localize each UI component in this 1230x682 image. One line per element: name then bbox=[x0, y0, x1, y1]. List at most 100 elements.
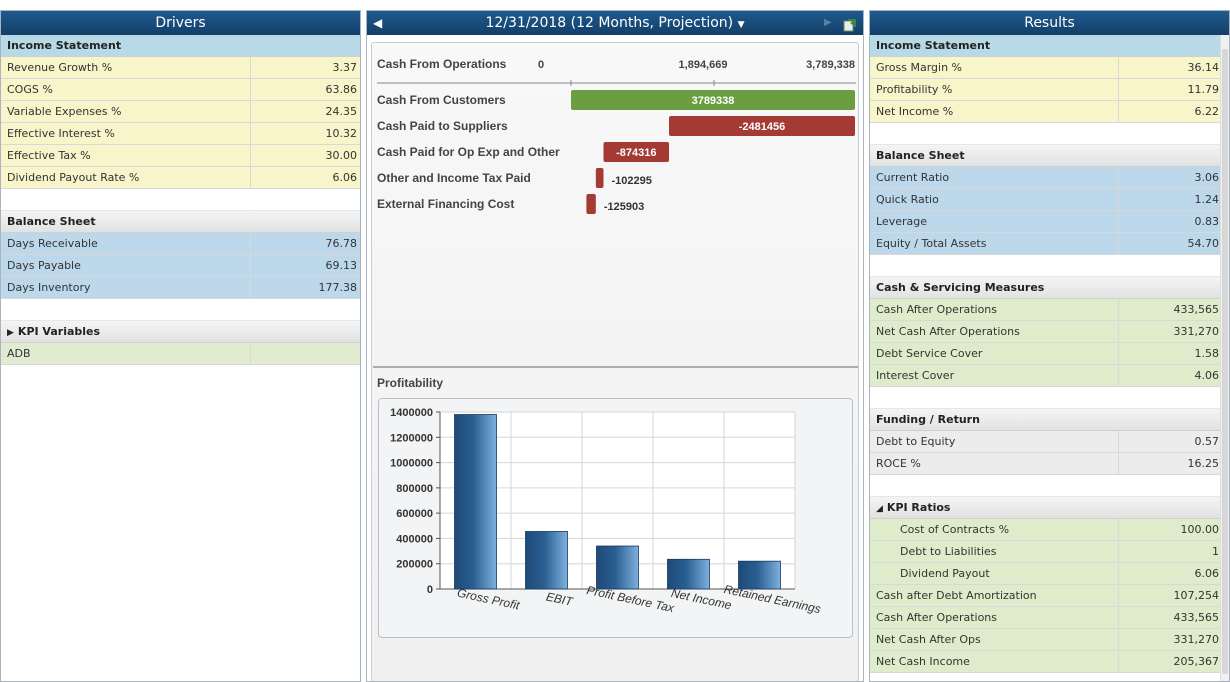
profit-bar[interactable] bbox=[525, 531, 568, 590]
row-value[interactable]: 107,254 bbox=[1118, 585, 1222, 606]
table-row[interactable]: Cash After Operations 433,565 bbox=[870, 299, 1222, 321]
cashflow-value-label: -874316 bbox=[616, 147, 656, 159]
row-value[interactable]: 63.86 bbox=[250, 79, 360, 100]
row-value[interactable]: 0.57 bbox=[1118, 431, 1222, 452]
row-label: Days Inventory bbox=[7, 281, 91, 294]
table-row[interactable]: Debt to Liabilities 1 bbox=[870, 541, 1222, 563]
row-value[interactable]: 4.06 bbox=[1118, 365, 1222, 386]
row-value[interactable]: 3.37 bbox=[250, 57, 360, 78]
row-value[interactable]: 76.78 bbox=[250, 233, 360, 254]
y-tick-label: 400000 bbox=[396, 533, 433, 545]
row-value[interactable]: 331,270 bbox=[1118, 321, 1222, 342]
table-row[interactable]: Net Cash Income 205,367 bbox=[870, 651, 1222, 673]
row-label: ADB bbox=[7, 347, 31, 360]
row-value[interactable]: 16.25 bbox=[1118, 453, 1222, 474]
profit-bar[interactable] bbox=[738, 560, 781, 590]
cashflow-item-label: Other and Income Tax Paid bbox=[377, 171, 531, 185]
profit-bar[interactable] bbox=[667, 558, 710, 590]
row-value[interactable]: 331,270 bbox=[1118, 629, 1222, 650]
drivers-section-balance: Balance Sheet bbox=[1, 211, 360, 233]
row-value[interactable]: 11.79 bbox=[1118, 79, 1222, 100]
table-row[interactable]: Net Cash After Operations 331,270 bbox=[870, 321, 1222, 343]
table-row[interactable]: Days Receivable 76.78 bbox=[1, 233, 360, 255]
table-row[interactable]: Quick Ratio 1.24 bbox=[870, 189, 1222, 211]
table-row[interactable]: Net Income % 6.22 bbox=[870, 101, 1222, 123]
row-value[interactable]: 30.00 bbox=[250, 145, 360, 166]
center-panel: ◀ 12/31/2018 (12 Months, Projection) ▼ ▶… bbox=[366, 10, 864, 682]
table-row[interactable]: Variable Expenses % 24.35 bbox=[1, 101, 360, 123]
table-row[interactable]: Dividend Payout 6.06 bbox=[870, 563, 1222, 585]
blank-row bbox=[870, 255, 1222, 277]
profitability-title: Profitability bbox=[377, 376, 444, 390]
cashflow-chart: Cash From Operations 0 1,894,669 3,789,3… bbox=[373, 57, 858, 368]
period-selector[interactable]: 12/31/2018 (12 Months, Projection) ▼ bbox=[485, 15, 744, 31]
row-value[interactable]: 1.24 bbox=[1118, 189, 1222, 210]
row-value[interactable]: 69.13 bbox=[250, 255, 360, 276]
row-value[interactable]: 54.70 bbox=[1118, 233, 1222, 254]
row-value[interactable]: 36.14 bbox=[1118, 57, 1222, 78]
row-value[interactable]: 3.06 bbox=[1118, 167, 1222, 188]
table-row[interactable]: Days Payable 69.13 bbox=[1, 255, 360, 277]
cashflow-tick-label: 0 bbox=[538, 59, 544, 71]
blank-row bbox=[870, 475, 1222, 497]
drivers-header: Drivers bbox=[1, 11, 360, 35]
collapse-down-icon: ◢ bbox=[876, 504, 883, 514]
blank-row bbox=[1, 299, 360, 321]
blank-row bbox=[870, 123, 1222, 145]
table-row[interactable]: Net Cash After Ops 331,270 bbox=[870, 629, 1222, 651]
table-row[interactable]: Cost of Contracts % 100.00 bbox=[870, 519, 1222, 541]
row-value[interactable]: 24.35 bbox=[250, 101, 360, 122]
row-label: Net Cash After Operations bbox=[876, 325, 1020, 338]
row-label: ROCE % bbox=[876, 457, 921, 470]
table-row[interactable]: Revenue Growth % 3.37 bbox=[1, 57, 360, 79]
table-row[interactable]: Interest Cover 4.06 bbox=[870, 365, 1222, 387]
table-row[interactable]: Dividend Payout Rate % 6.06 bbox=[1, 167, 360, 189]
drivers-section-kpi[interactable]: ▶ KPI Variables bbox=[1, 321, 360, 343]
table-row[interactable]: Effective Tax % 30.00 bbox=[1, 145, 360, 167]
table-row[interactable]: Debt to Equity 0.57 bbox=[870, 431, 1222, 453]
row-value[interactable]: 100.00 bbox=[1118, 519, 1222, 540]
results-scrollbar[interactable] bbox=[1220, 35, 1229, 681]
table-row[interactable]: Days Inventory 177.38 bbox=[1, 277, 360, 299]
results-section-kpi[interactable]: ◢ KPI Ratios bbox=[870, 497, 1222, 519]
row-value[interactable]: 10.32 bbox=[250, 123, 360, 144]
table-row[interactable]: Debt Service Cover 1.58 bbox=[870, 343, 1222, 365]
row-value[interactable]: 6.06 bbox=[250, 167, 360, 188]
profit-bar[interactable] bbox=[454, 414, 497, 590]
results-title: Results bbox=[1024, 15, 1075, 31]
row-value[interactable]: 1 bbox=[1118, 541, 1222, 562]
table-row[interactable]: Leverage 0.83 bbox=[870, 211, 1222, 233]
row-value[interactable]: 433,565 bbox=[1118, 299, 1222, 320]
table-row[interactable]: ADB bbox=[1, 343, 360, 365]
table-row[interactable]: COGS % 63.86 bbox=[1, 79, 360, 101]
prev-period-icon[interactable]: ◀ bbox=[373, 11, 382, 35]
drivers-section-income: Income Statement bbox=[1, 35, 360, 57]
results-header: Results bbox=[870, 11, 1229, 35]
row-value[interactable]: 205,367 bbox=[1118, 651, 1222, 672]
next-period-icon[interactable]: ▶ bbox=[824, 11, 832, 35]
row-value[interactable]: 1.58 bbox=[1118, 343, 1222, 364]
row-value[interactable]: 6.22 bbox=[1118, 101, 1222, 122]
cashflow-bar[interactable] bbox=[586, 194, 596, 214]
cashflow-item-label: External Financing Cost bbox=[377, 197, 514, 211]
table-row[interactable]: Effective Interest % 10.32 bbox=[1, 123, 360, 145]
table-row[interactable]: Cash after Debt Amortization 107,254 bbox=[870, 585, 1222, 607]
row-value[interactable]: 0.83 bbox=[1118, 211, 1222, 232]
row-value[interactable]: 433,565 bbox=[1118, 607, 1222, 628]
row-value[interactable]: 6.06 bbox=[1118, 563, 1222, 584]
blank-row bbox=[870, 387, 1222, 409]
row-value[interactable]: 177.38 bbox=[250, 277, 360, 298]
table-row[interactable]: Current Ratio 3.06 bbox=[870, 167, 1222, 189]
table-row[interactable]: Cash After Operations 433,565 bbox=[870, 607, 1222, 629]
cashflow-value-label: -125903 bbox=[604, 201, 644, 213]
row-value[interactable] bbox=[250, 343, 360, 364]
table-row[interactable]: ROCE % 16.25 bbox=[870, 453, 1222, 475]
export-icon[interactable] bbox=[843, 16, 857, 32]
profit-bar[interactable] bbox=[596, 545, 639, 590]
table-row[interactable]: Equity / Total Assets 54.70 bbox=[870, 233, 1222, 255]
scrollbar-thumb[interactable] bbox=[1222, 49, 1228, 674]
cashflow-bar[interactable] bbox=[595, 168, 604, 188]
y-tick-label: 0 bbox=[427, 584, 433, 596]
table-row[interactable]: Gross Margin % 36.14 bbox=[870, 57, 1222, 79]
table-row[interactable]: Profitability % 11.79 bbox=[870, 79, 1222, 101]
